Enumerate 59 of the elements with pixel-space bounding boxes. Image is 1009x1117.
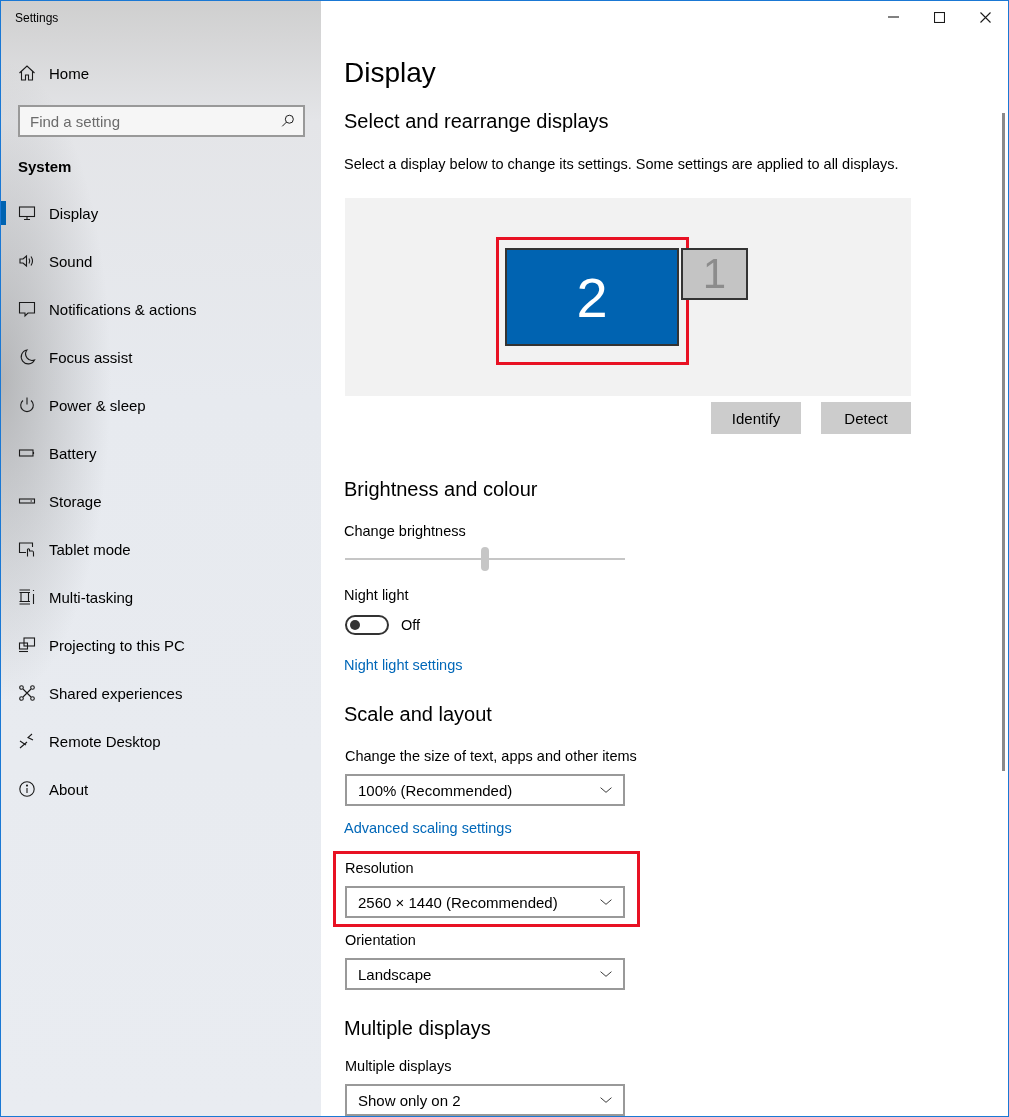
field-label: Change brightness	[344, 522, 466, 541]
settings-link[interactable]: Night light settings	[344, 655, 463, 675]
action-button[interactable]: Identify	[711, 402, 801, 434]
section-heading: Select and rearrange displays	[344, 109, 609, 134]
dropdown[interactable]: Show only on 2	[345, 1084, 625, 1116]
speech-bubble-icon	[18, 300, 36, 318]
toggle-state-text: Off	[401, 616, 421, 635]
monitor-icon	[18, 204, 36, 222]
nav-item[interactable]: Remote Desktop	[1, 717, 321, 765]
search-icon	[280, 113, 296, 129]
monitor-tile[interactable]: 2	[505, 248, 679, 346]
nav-item[interactable]: Focus assist	[1, 333, 321, 381]
dropdown[interactable]: 2560 × 1440 (Recommended)	[345, 886, 625, 918]
close-icon	[979, 11, 991, 23]
field-label: Change the size of text, apps and other items	[345, 747, 637, 766]
speaker-icon	[18, 252, 36, 270]
screens-icon	[18, 636, 36, 654]
nav-item[interactable]: Tablet mode	[1, 525, 321, 573]
action-button[interactable]: Detect	[821, 402, 911, 434]
nav-item[interactable]: Power & sleep	[1, 381, 321, 429]
dropdown[interactable]: 100% (Recommended)	[345, 774, 625, 806]
nav-item[interactable]: Display	[1, 189, 321, 237]
dropdown[interactable]: Landscape	[345, 958, 625, 990]
section-heading: Multiple displays	[344, 1016, 491, 1041]
tablet-icon	[18, 540, 36, 558]
arrows-icon	[18, 732, 36, 750]
nav-item[interactable]: Multi-tasking	[1, 573, 321, 621]
field-label: Resolution	[345, 859, 414, 878]
scrollbar[interactable]	[1002, 113, 1005, 771]
home-link[interactable]: Home	[1, 53, 321, 93]
home-icon	[18, 64, 36, 82]
nav-item[interactable]: Notifications & actions	[1, 285, 321, 333]
nav-item[interactable]: Battery	[1, 429, 321, 477]
section-label: System	[17, 156, 73, 177]
window-title: Settings	[15, 11, 59, 25]
maximize-icon	[933, 11, 945, 23]
columns-icon	[18, 588, 36, 606]
field-label: Multiple displays	[345, 1057, 452, 1076]
page-title: Display	[344, 56, 436, 90]
search-field[interactable]: Find a setting	[18, 105, 305, 137]
moon-icon	[18, 348, 36, 366]
network-nodes-icon	[18, 684, 36, 702]
nav-item[interactable]: Sound	[1, 237, 321, 285]
nav-item[interactable]: Shared experiences	[1, 669, 321, 717]
power-icon	[18, 396, 36, 414]
nav-item[interactable]: Projecting to this PC	[1, 621, 321, 669]
section-heading: Brightness and colour	[344, 477, 538, 502]
field-label: Night light	[344, 586, 409, 605]
section-heading: Scale and layout	[344, 702, 492, 727]
toggle-switch[interactable]	[345, 615, 389, 635]
slider-thumb[interactable]	[481, 547, 489, 571]
nav-item[interactable]: Storage	[1, 477, 321, 525]
info-icon	[18, 780, 36, 798]
nav-item[interactable]: About	[1, 765, 321, 813]
settings-link[interactable]: Advanced scaling settings	[344, 818, 512, 838]
field-label: Orientation	[345, 931, 416, 950]
minimize-icon	[887, 16, 899, 18]
description-text: Select a display below to change its settings. Some settings are applied to all displays.	[344, 155, 899, 174]
brightness-slider[interactable]	[345, 547, 625, 571]
